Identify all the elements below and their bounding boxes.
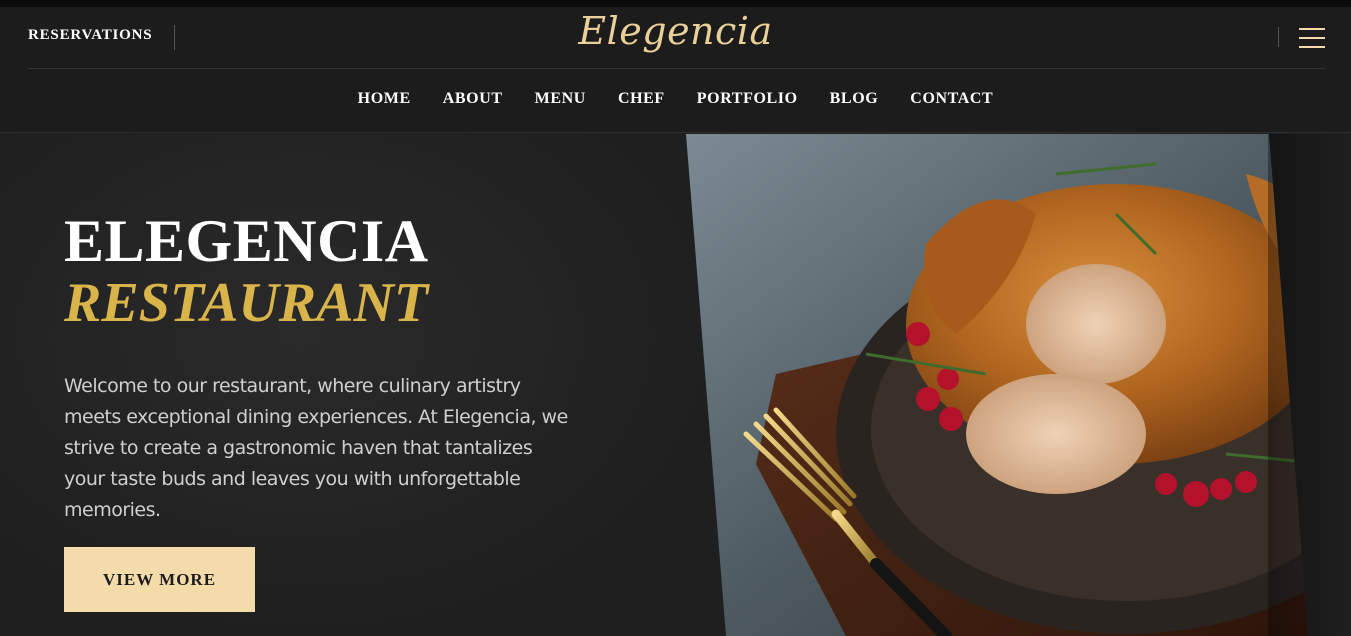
hero-food-image <box>686 134 1308 636</box>
nav-item-blog[interactable]: BLOG <box>830 90 879 108</box>
hero-subtitle: RESTAURANT <box>64 272 429 334</box>
header-divider-right <box>1278 27 1279 47</box>
main-nav: HOME ABOUT MENU CHEF PORTFOLIO BLOG CONT… <box>0 90 1351 108</box>
nav-item-chef[interactable]: CHEF <box>618 90 665 108</box>
nav-item-portfolio[interactable]: PORTFOLIO <box>697 90 798 108</box>
site-logo[interactable]: Elegencia <box>0 9 1351 53</box>
hero-title: ELEGENCIA <box>64 208 429 274</box>
hamburger-icon[interactable] <box>1299 28 1325 48</box>
nav-item-home[interactable]: HOME <box>358 90 411 108</box>
nav-item-menu[interactable]: MENU <box>535 90 586 108</box>
top-edge-bar <box>0 0 1351 7</box>
hamburger-line <box>1299 28 1325 30</box>
view-more-button[interactable]: VIEW MORE <box>64 547 255 612</box>
hamburger-line <box>1299 46 1325 48</box>
site-header: RESERVATIONS Elegencia HOME ABOUT MENU C… <box>0 7 1351 133</box>
image-shadow <box>1268 134 1351 636</box>
roast-chicken-illustration <box>686 134 1308 636</box>
header-divider-line <box>28 68 1325 69</box>
nav-item-about[interactable]: ABOUT <box>443 90 503 108</box>
nav-item-contact[interactable]: CONTACT <box>910 90 993 108</box>
hero-description: Welcome to our restaurant, where culinar… <box>64 375 568 521</box>
hamburger-line <box>1299 37 1325 39</box>
